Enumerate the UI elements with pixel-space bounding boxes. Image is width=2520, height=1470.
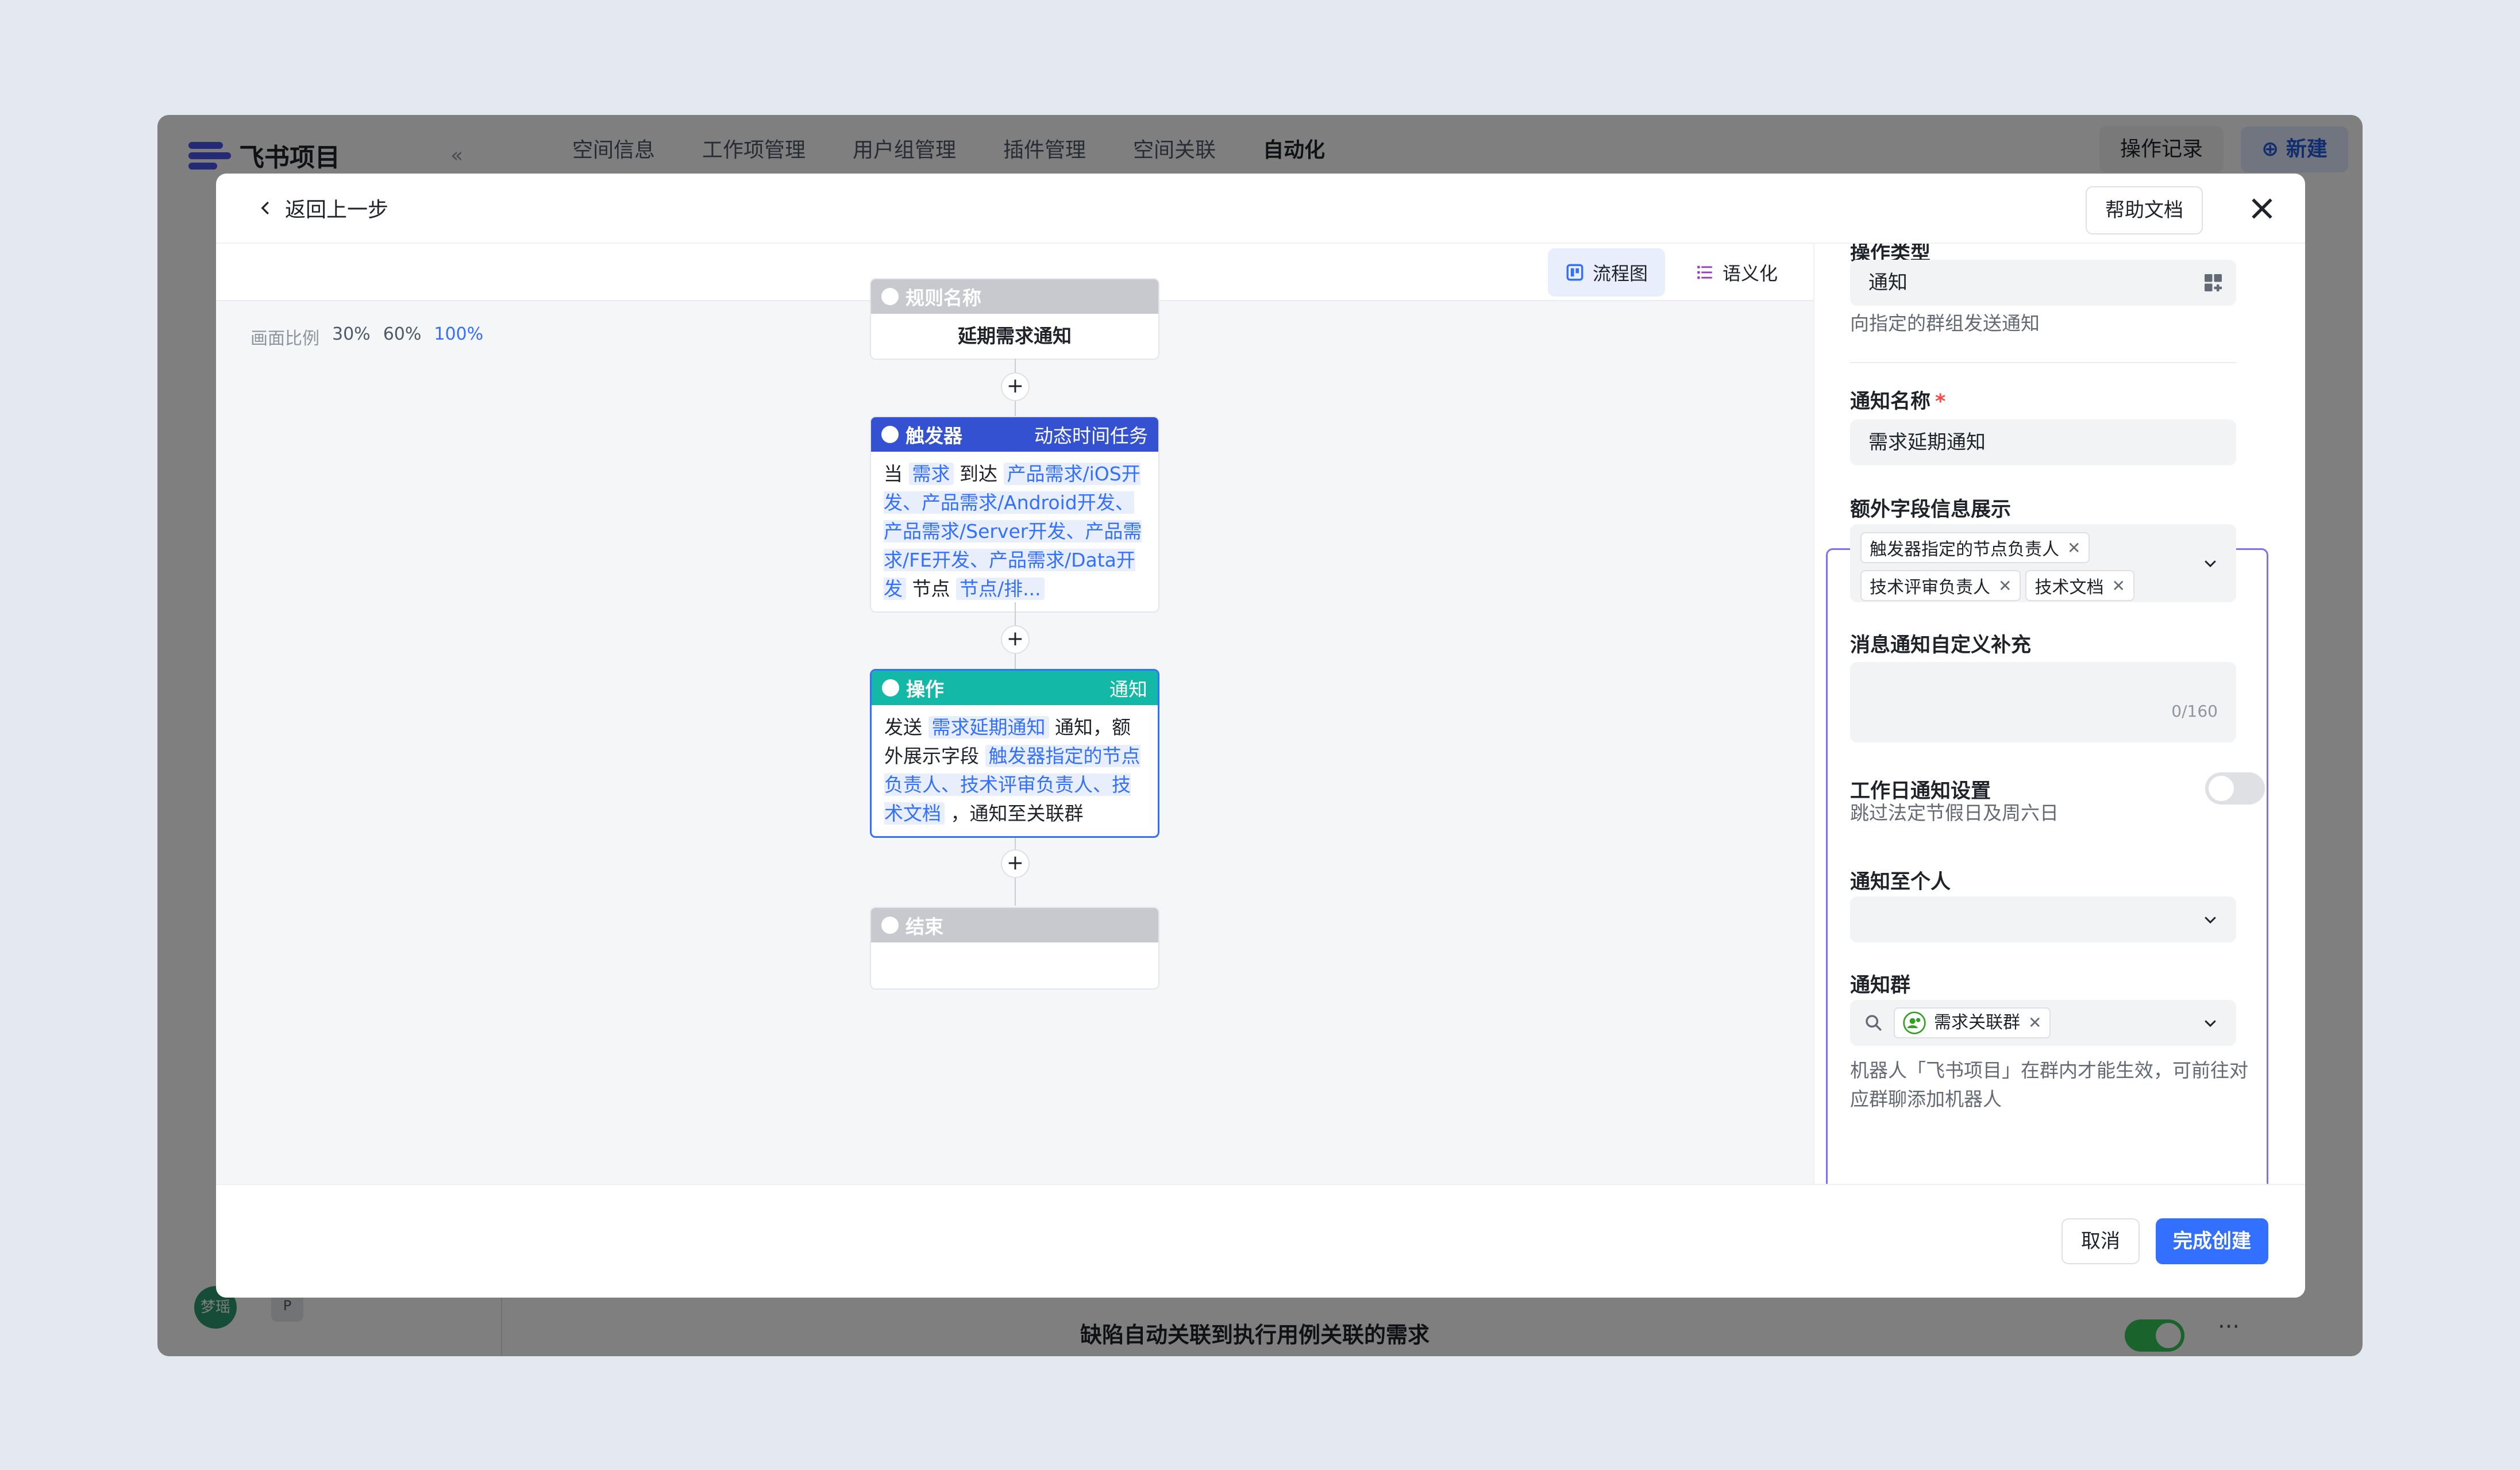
flow-canvas[interactable]: 流程图 语义化 画面比例 30% 60% 100% 规则名称 延期需求通知 + … — [216, 244, 1813, 1184]
zoom-control: 画面比例 30% 60% 100% — [251, 324, 484, 349]
complete-create-button[interactable]: 完成创建 — [2156, 1218, 2268, 1264]
chevron-left-icon — [261, 201, 269, 215]
close-icon[interactable] — [2247, 193, 2278, 224]
trigger-node[interactable]: 触发器 动态时间任务 当 需求 到达 产品需求/iOS开发、产品需求/Andro… — [870, 416, 1159, 613]
action-node[interactable]: 操作 通知 发送 需求延期通知 通知，额外展示字段 触发器指定的节点负责人、技术… — [870, 669, 1159, 838]
tag-item: 触发器指定的节点负责人 ✕ — [1860, 532, 2090, 563]
group-chat-icon — [1903, 1011, 1926, 1034]
action-icon — [882, 679, 899, 696]
grid-add-icon — [2205, 274, 2222, 291]
flowchart-view-button[interactable]: 流程图 — [1548, 248, 1666, 297]
play-icon — [881, 288, 899, 305]
flowchart-icon — [1566, 264, 1583, 281]
add-step-button[interactable]: + — [1001, 372, 1030, 401]
end-node: 结束 — [870, 907, 1159, 990]
chevron-down-icon — [2205, 560, 2216, 568]
workday-toggle[interactable] — [2205, 772, 2265, 805]
semantic-view-button[interactable]: 语义化 — [1678, 248, 1795, 297]
modal-header: 返回上一步 帮助文档 — [216, 174, 2305, 244]
stop-icon — [881, 917, 899, 934]
zoom-100[interactable]: 100% — [434, 324, 483, 349]
tag-item: 技术文档 ✕ — [2025, 570, 2134, 601]
tag-remove-icon[interactable]: ✕ — [2028, 1000, 2041, 1046]
help-docs-button[interactable]: 帮助文档 — [2086, 186, 2203, 234]
zoom-30[interactable]: 30% — [332, 324, 371, 349]
notify-person-select[interactable] — [1850, 896, 2236, 942]
notify-group-select[interactable]: 需求关联群 ✕ — [1850, 1000, 2236, 1046]
chevron-down-icon — [2205, 917, 2216, 924]
automation-modal: 返回上一步 帮助文档 流程图 语义化 画面比例 30% 60% 100% 规则名… — [216, 174, 2305, 1298]
chevron-down-icon — [2205, 1020, 2216, 1028]
tag-remove-icon[interactable]: ✕ — [2067, 538, 2080, 557]
extra-fields-select[interactable]: 触发器指定的节点负责人 ✕ 技术评审负责人 ✕ 技术文档 ✕ — [1850, 524, 2236, 602]
custom-message-textarea[interactable]: 0/160 — [1850, 662, 2236, 742]
tag-item: 技术评审负责人 ✕ — [1860, 570, 2021, 601]
group-tag: 需求关联群 ✕ — [1894, 1007, 2051, 1038]
modal-footer: 取消 完成创建 — [216, 1184, 2305, 1298]
action-type-select[interactable]: 通知 — [1850, 260, 2236, 306]
list-icon — [1697, 265, 1712, 279]
app-window: 飞书项目 « 空间信息 工作项管理 用户组管理 插件管理 空间关联 自动化 操作… — [157, 115, 2363, 1356]
back-button[interactable]: 返回上一步 — [257, 193, 388, 223]
tag-remove-icon[interactable]: ✕ — [2111, 576, 2125, 595]
cancel-button[interactable]: 取消 — [2062, 1218, 2140, 1264]
add-step-button[interactable]: + — [1001, 625, 1030, 654]
notification-name-input[interactable]: 需求延期通知 — [1850, 420, 2236, 465]
tag-remove-icon[interactable]: ✕ — [1998, 576, 2012, 595]
lightning-icon — [881, 426, 899, 443]
search-icon — [1866, 1015, 1882, 1031]
config-panel: 操作类型 通知 向指定的群组发送通知 通知名称 * 需求延期通知 额外字段信息展示… — [1813, 244, 2305, 1184]
zoom-60[interactable]: 60% — [383, 324, 422, 349]
rule-name-node[interactable]: 规则名称 延期需求通知 — [870, 278, 1159, 360]
add-step-button[interactable]: + — [1001, 849, 1030, 878]
